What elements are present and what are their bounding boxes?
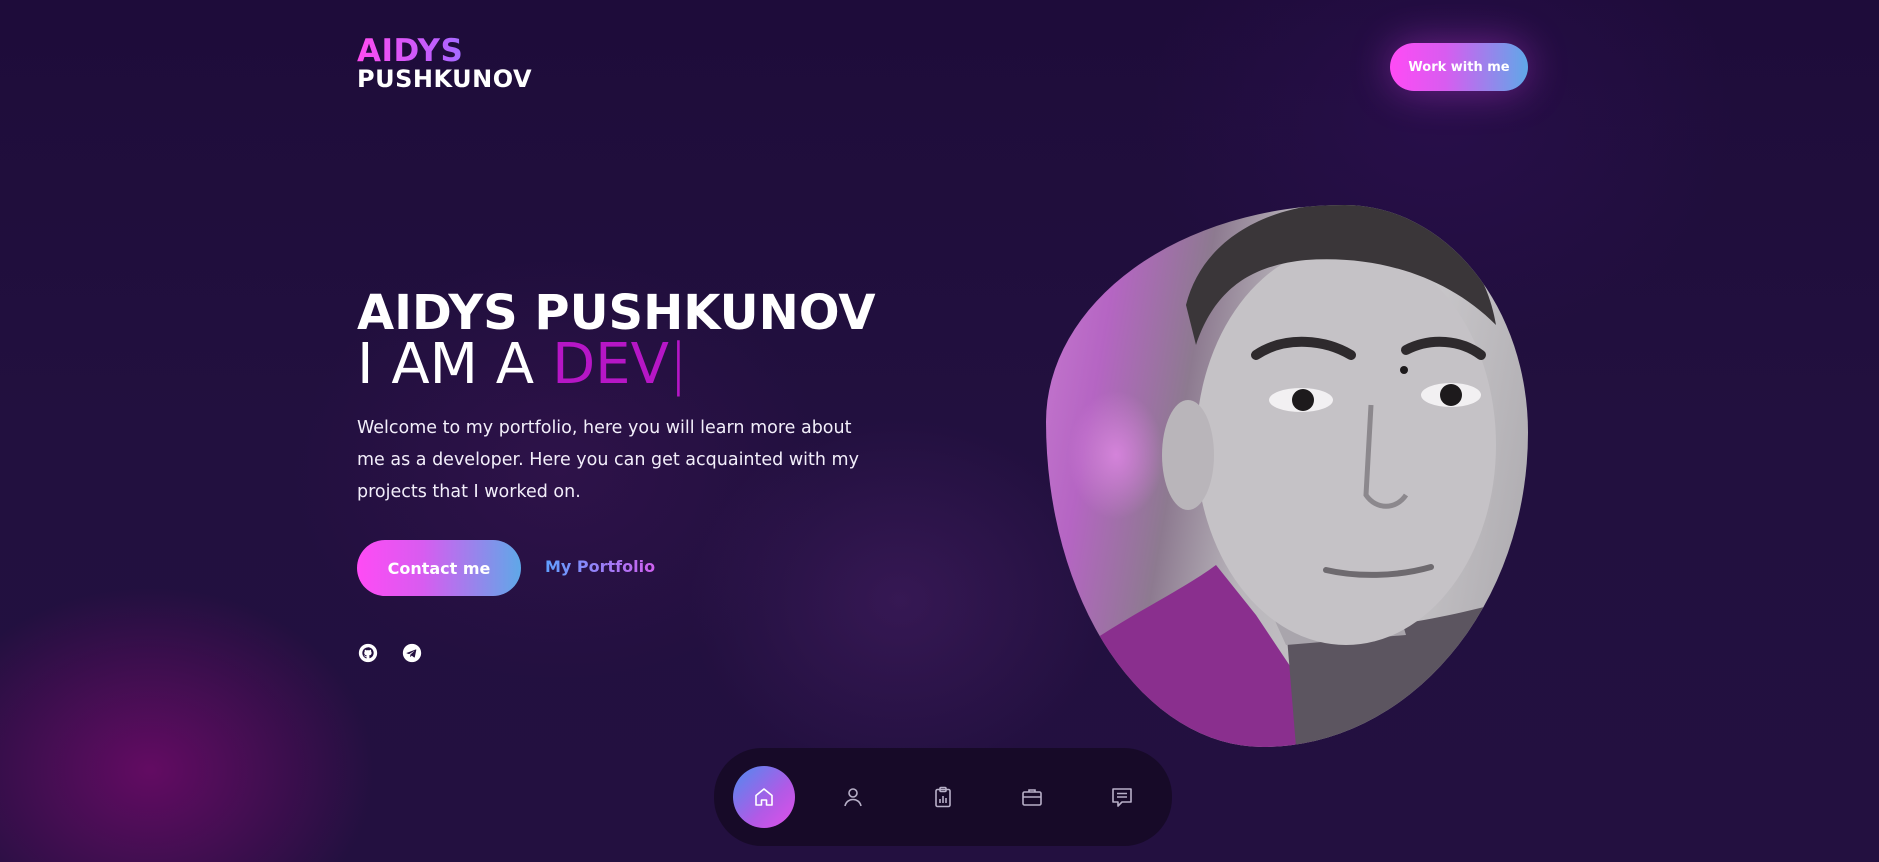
page-background [0, 0, 1879, 862]
hero-description: Welcome to my portfolio, here you will l… [357, 418, 859, 502]
logo-line-2: PUSHKUNOV [357, 65, 533, 93]
nav-home-icon[interactable] [733, 766, 795, 828]
typing-caret: | [668, 332, 688, 397]
nav-clipboard-chart-icon[interactable] [912, 766, 974, 828]
profile-photo [1046, 205, 1528, 747]
logo-line-1: AIDYS [357, 36, 532, 67]
hero-tagline-prefix: I AM A [357, 332, 535, 397]
logo[interactable]: AIDYS PUSHKUNOV [357, 36, 533, 93]
bottom-navigation [714, 748, 1172, 846]
nav-chat-icon[interactable] [1091, 766, 1153, 828]
contact-me-button[interactable]: Contact me [357, 540, 521, 596]
nav-user-icon[interactable] [822, 766, 884, 828]
work-with-me-button[interactable]: Work with me [1390, 43, 1528, 91]
hero-typed-word: DEV [552, 332, 669, 397]
my-portfolio-link[interactable]: My Portfolio [545, 557, 655, 576]
hero-tagline: I AM A DEV| [357, 332, 688, 397]
nav-briefcase-icon[interactable] [1001, 766, 1063, 828]
github-icon[interactable] [358, 643, 378, 663]
telegram-icon[interactable] [402, 643, 422, 663]
